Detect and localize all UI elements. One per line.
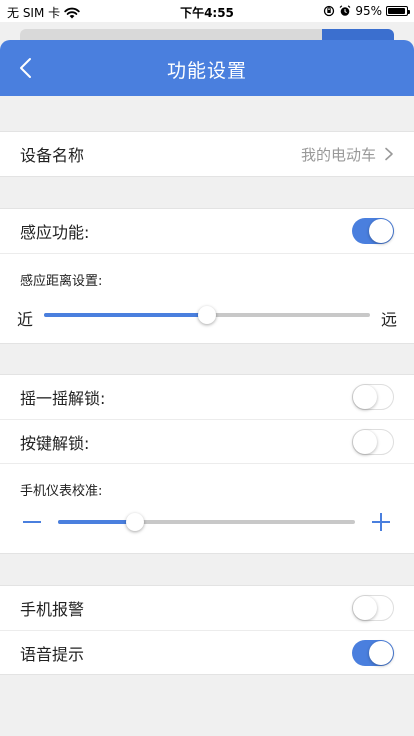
- minus-icon[interactable]: [22, 512, 42, 532]
- unlock-section: 摇一摇解锁: 按键解锁: 手机仪表校准:: [0, 374, 414, 554]
- key-unlock-label: 按键解锁:: [20, 433, 90, 453]
- phone-alarm-label: 手机报警: [20, 600, 85, 619]
- device-section: 设备名称 我的电动车: [0, 131, 414, 177]
- toggle-knob: [353, 385, 377, 409]
- distance-slider-block: 感应距离设置: 近 远: [0, 253, 414, 343]
- key-unlock-toggle[interactable]: [352, 428, 394, 455]
- device-name-row[interactable]: 设备名称 我的电动车: [0, 132, 414, 176]
- calibration-slider-block: 手机仪表校准:: [0, 463, 414, 553]
- sensing-section: 感应功能: 感应距离设置: 近 远: [0, 208, 414, 344]
- battery-fill: [388, 8, 406, 14]
- near-label: 近: [17, 310, 34, 329]
- voice-prompt-label: 语音提示: [20, 644, 85, 664]
- calibration-slider[interactable]: [58, 513, 355, 531]
- device-name-value: 我的电动车: [300, 145, 376, 164]
- chevron-right-icon: [385, 147, 393, 161]
- calibration-slider-thumb[interactable]: [126, 513, 145, 531]
- toggle-knob: [353, 429, 377, 454]
- rotation-lock-icon: [324, 5, 335, 17]
- calibration-label: 手机仪表校准:: [20, 484, 103, 499]
- status-right: 95%: [323, 4, 410, 18]
- battery-percent: 95%: [355, 4, 382, 18]
- page-title: 功能设置: [166, 60, 247, 82]
- key-unlock-row: 按键解锁:: [0, 419, 414, 463]
- nav-header: 功能设置: [0, 40, 414, 96]
- distance-slider-thumb[interactable]: [198, 306, 216, 324]
- shake-unlock-toggle[interactable]: [352, 384, 394, 410]
- alerts-section: 手机报警 语音提示: [0, 585, 414, 675]
- toggle-knob: [369, 219, 393, 243]
- sensing-row: 感应功能:: [0, 209, 414, 253]
- device-name-label: 设备名称: [20, 146, 85, 165]
- far-label: 远: [380, 310, 397, 329]
- shake-unlock-row: 摇一摇解锁:: [0, 375, 414, 419]
- distance-slider-fill: [44, 313, 207, 317]
- phone-alarm-row: 手机报警: [0, 586, 414, 630]
- sensing-label: 感应功能:: [20, 223, 90, 242]
- voice-prompt-row: 语音提示: [0, 630, 414, 674]
- toggle-knob: [369, 640, 393, 665]
- alarm-icon: [339, 5, 351, 16]
- phone-alarm-toggle[interactable]: [352, 595, 394, 621]
- plus-icon[interactable]: [371, 512, 391, 532]
- distance-label: 感应距离设置:: [20, 274, 103, 289]
- sensing-toggle[interactable]: [352, 218, 394, 244]
- battery-icon: [386, 6, 410, 16]
- toggle-knob: [353, 596, 377, 620]
- shake-unlock-label: 摇一摇解锁:: [20, 389, 106, 408]
- distance-slider[interactable]: [44, 306, 370, 324]
- voice-prompt-toggle[interactable]: [352, 639, 394, 666]
- calibration-slider-fill: [58, 520, 136, 524]
- status-bar: 无 SIM 卡 下午4:55 95%: [0, 0, 414, 22]
- device-name-value-wrap: 我的电动车: [301, 144, 394, 165]
